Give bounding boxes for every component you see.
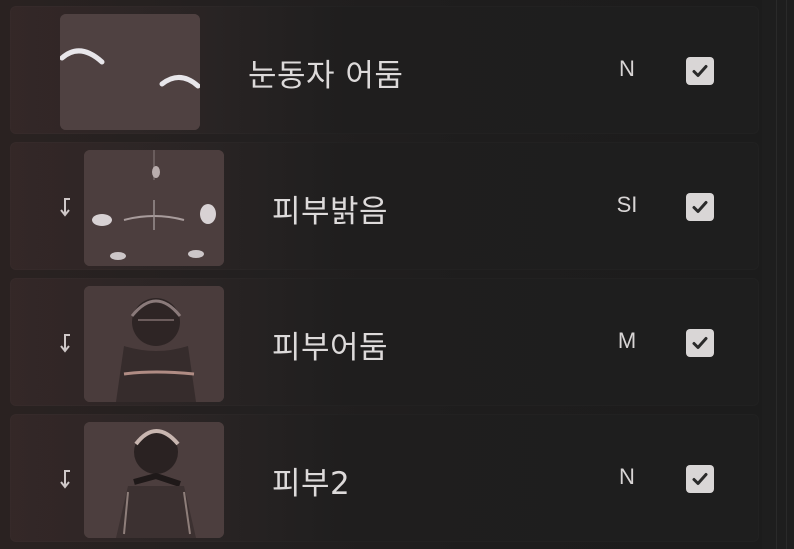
blend-mode-button[interactable]: M: [600, 328, 654, 354]
layer-name[interactable]: 피부어둠: [272, 322, 388, 367]
visibility-checkbox[interactable]: [686, 193, 714, 221]
checkmark-icon: [692, 337, 708, 349]
clipping-mask-arrow-icon: [58, 196, 76, 220]
layer-row-skin-base[interactable]: 피부2 N: [10, 414, 759, 542]
eye-shadow-thumbnail-art: [60, 14, 200, 130]
layer-thumbnail: [84, 286, 224, 402]
layer-name[interactable]: 눈동자 어둠: [248, 50, 403, 95]
checkmark-icon: [692, 65, 708, 77]
visibility-checkbox[interactable]: [686, 465, 714, 493]
layer-thumbnail: [84, 422, 224, 538]
blend-mode-button[interactable]: N: [600, 56, 654, 82]
blend-mode-button[interactable]: N: [600, 464, 654, 490]
clipping-mask-arrow-icon: [58, 332, 76, 356]
layer-row-skin-shadow[interactable]: 피부어둠 M: [10, 278, 759, 406]
visibility-checkbox[interactable]: [686, 57, 714, 85]
layer-name[interactable]: 피부밝음: [272, 186, 388, 231]
layer-name[interactable]: 피부2: [272, 458, 350, 503]
skin-shadow-thumbnail-art: [84, 286, 224, 402]
layer-row-skin-highlight[interactable]: 피부밝음 SI: [10, 142, 759, 270]
clipping-mask-arrow-icon: [58, 468, 76, 492]
panel-scroll-region[interactable]: [762, 0, 794, 549]
checkmark-icon: [692, 473, 708, 485]
skin-base-thumbnail-art: [84, 422, 224, 538]
layer-thumbnail: [60, 14, 200, 130]
layers-panel: 눈동자 어둠 N 피부밝음 SI 피부어둠 M 피부2 N: [0, 0, 794, 549]
checkmark-icon: [692, 201, 708, 213]
divider: [786, 0, 787, 549]
visibility-checkbox[interactable]: [686, 329, 714, 357]
skin-highlight-thumbnail-art: [84, 150, 224, 266]
blend-mode-button[interactable]: SI: [600, 192, 654, 218]
layer-thumbnail: [84, 150, 224, 266]
layer-row-eye-shadow[interactable]: 눈동자 어둠 N: [10, 6, 759, 134]
divider: [776, 0, 777, 549]
